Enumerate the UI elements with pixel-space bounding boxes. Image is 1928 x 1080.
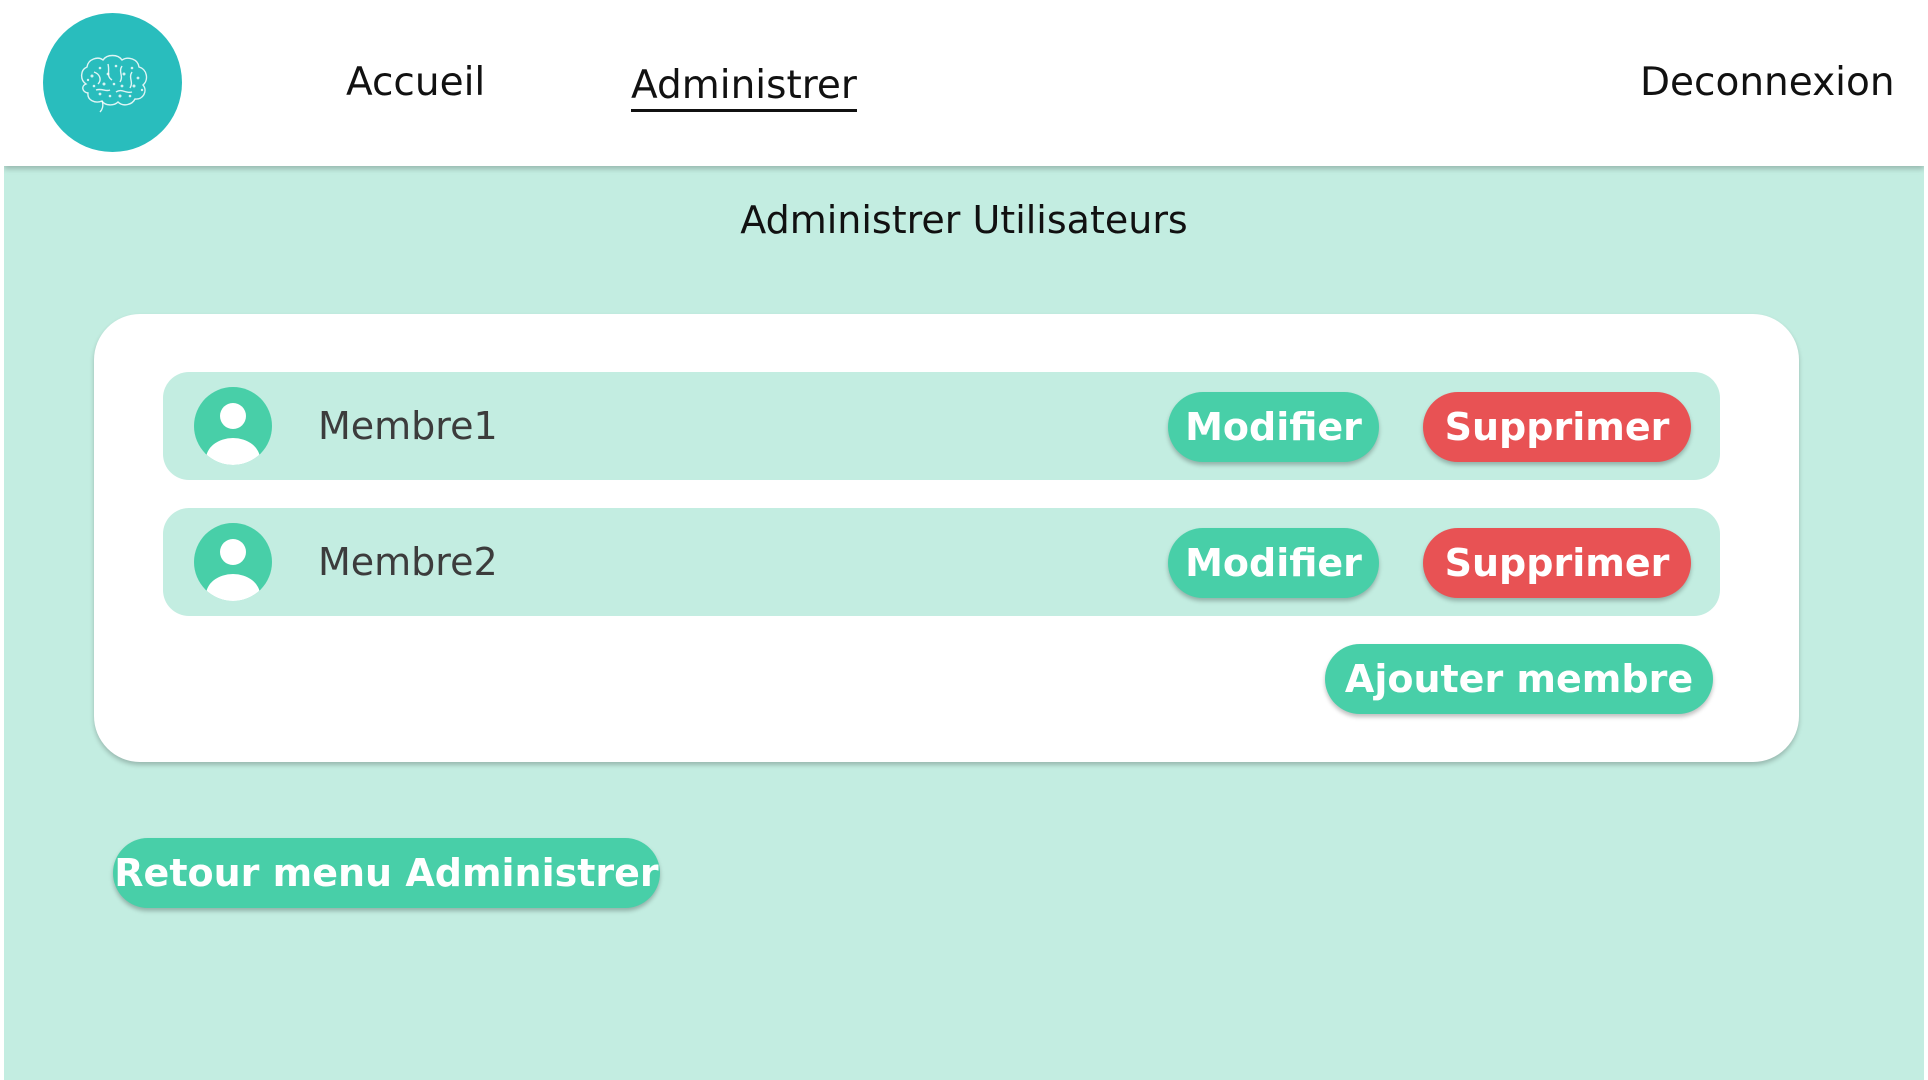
page-title: Administrer Utilisateurs bbox=[740, 198, 1188, 242]
user-avatar-icon bbox=[194, 523, 272, 601]
delete-button[interactable]: Supprimer bbox=[1423, 392, 1691, 462]
delete-button[interactable]: Supprimer bbox=[1423, 528, 1691, 598]
nav-logout-link[interactable]: Deconnexion bbox=[1640, 60, 1895, 105]
nav-home-link[interactable]: Accueil bbox=[346, 60, 485, 105]
members-card: Membre1 Modifier Supprimer Membre2 Modif… bbox=[94, 314, 1799, 762]
back-to-admin-menu-button[interactable]: Retour menu Administrer bbox=[113, 838, 660, 908]
modify-button[interactable]: Modifier bbox=[1168, 392, 1379, 462]
member-row: Membre2 Modifier Supprimer bbox=[163, 508, 1720, 616]
user-avatar-icon bbox=[194, 387, 272, 465]
app-frame: Accueil Administrer Deconnexion Administ… bbox=[4, 0, 1924, 1080]
top-navbar: Accueil Administrer Deconnexion bbox=[4, 0, 1924, 166]
nav-admin-link[interactable]: Administrer bbox=[631, 64, 857, 112]
modify-button[interactable]: Modifier bbox=[1168, 528, 1379, 598]
add-member-button[interactable]: Ajouter membre bbox=[1325, 644, 1713, 714]
member-row: Membre1 Modifier Supprimer bbox=[163, 372, 1720, 480]
member-name: Membre1 bbox=[318, 404, 498, 448]
brain-icon bbox=[80, 54, 147, 112]
logo[interactable] bbox=[43, 13, 182, 152]
member-name: Membre2 bbox=[318, 540, 498, 584]
